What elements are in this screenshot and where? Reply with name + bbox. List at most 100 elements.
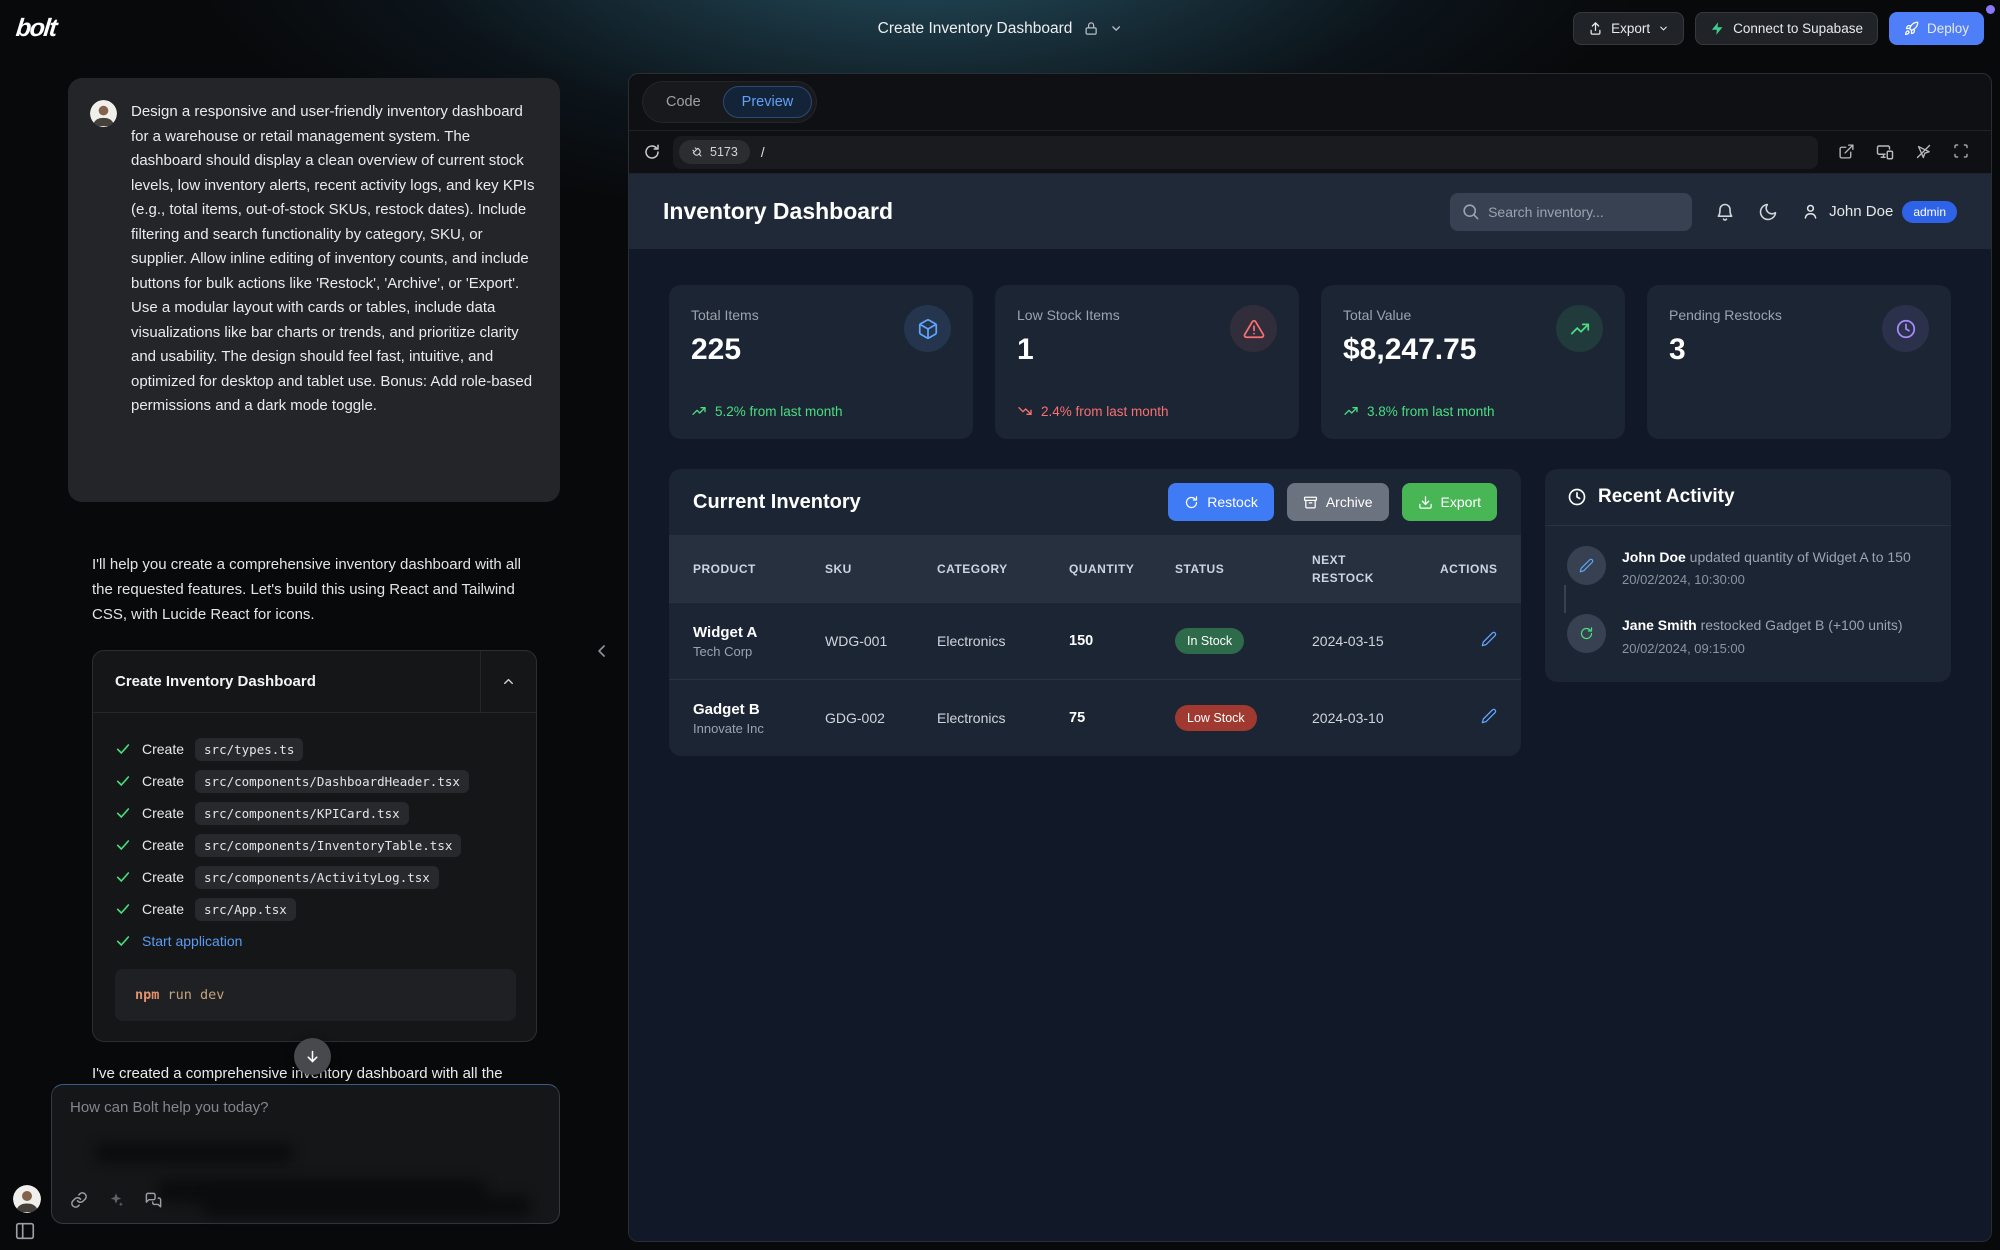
kpi-card-total-items: Total Items 225 5.2% from last month bbox=[669, 285, 973, 439]
address-field[interactable]: 5173 / bbox=[673, 136, 1818, 169]
restock-button[interactable]: Restock bbox=[1168, 483, 1274, 521]
port-number: 5173 bbox=[710, 145, 738, 159]
table-export-button[interactable]: Export bbox=[1402, 483, 1497, 521]
artifact-title: Create Inventory Dashboard bbox=[93, 651, 480, 712]
file-chip[interactable]: src/components/ActivityLog.tsx bbox=[195, 866, 439, 889]
artifact-action-row: Create src/components/KPICard.tsx bbox=[115, 797, 516, 829]
artifact-collapse-button[interactable] bbox=[480, 651, 536, 712]
notification-dot bbox=[1986, 5, 1995, 14]
trend-down-icon bbox=[1017, 403, 1033, 419]
trend-up-icon bbox=[1343, 403, 1359, 419]
user-menu[interactable]: John Doe admin bbox=[1801, 201, 1957, 223]
attach-link-icon[interactable] bbox=[70, 1191, 88, 1210]
column-product: Product bbox=[693, 562, 825, 576]
chat-panel: Design a responsive and user-friendly in… bbox=[0, 57, 628, 1250]
collapse-chat-chevron[interactable] bbox=[592, 641, 612, 661]
file-chip[interactable]: src/components/InventoryTable.tsx bbox=[195, 834, 461, 857]
blurred-content bbox=[202, 1195, 532, 1217]
table-row[interactable]: Widget A Tech Corp WDG-001 Electronics 1… bbox=[669, 602, 1521, 679]
open-external-icon[interactable] bbox=[1838, 143, 1855, 161]
dark-mode-toggle-moon-icon[interactable] bbox=[1758, 202, 1778, 222]
file-chip[interactable]: src/components/KPICard.tsx bbox=[195, 802, 409, 825]
table-row[interactable]: Gadget B Innovate Inc GDG-002 Electronic… bbox=[669, 679, 1521, 756]
inventory-title: Current Inventory bbox=[693, 491, 861, 514]
next-restock-cell: 2024-03-10 bbox=[1312, 710, 1440, 726]
edit-pencil-icon[interactable] bbox=[1481, 708, 1497, 724]
user-prompt-text: Design a responsive and user-friendly in… bbox=[131, 100, 538, 480]
current-inventory-panel: Current Inventory Restock Archive bbox=[669, 469, 1521, 756]
column-next-restock: Next Restock bbox=[1312, 551, 1386, 587]
archive-label: Archive bbox=[1326, 494, 1373, 510]
quantity-cell[interactable]: 150 bbox=[1069, 633, 1175, 649]
url-path: / bbox=[761, 145, 765, 160]
devices-icon[interactable] bbox=[1876, 143, 1894, 161]
edit-pencil-icon[interactable] bbox=[1481, 631, 1497, 647]
timeline-connector bbox=[1564, 585, 1566, 613]
project-title: Create Inventory Dashboard bbox=[878, 20, 1073, 38]
inventory-table-header: Product SKU Category Quantity Status Nex… bbox=[669, 535, 1521, 602]
connect-supabase-label: Connect to Supabase bbox=[1733, 21, 1863, 36]
scroll-to-bottom-button[interactable] bbox=[294, 1038, 331, 1075]
project-title-group[interactable]: Create Inventory Dashboard bbox=[878, 20, 1123, 38]
account-avatar[interactable] bbox=[13, 1185, 41, 1213]
bolt-logo[interactable]: bolt bbox=[14, 14, 57, 43]
tab-preview[interactable]: Preview bbox=[723, 86, 813, 118]
column-quantity: Quantity bbox=[1069, 562, 1175, 576]
kpi-trend-text: 3.8% from last month bbox=[1367, 404, 1495, 419]
assistant-intro-text: I'll help you create a comprehensive inv… bbox=[92, 552, 544, 627]
chevron-down-icon[interactable] bbox=[1109, 22, 1122, 35]
clock-icon bbox=[1882, 305, 1929, 352]
package-icon bbox=[904, 305, 951, 352]
activity-title: Recent Activity bbox=[1598, 486, 1735, 508]
refresh-icon bbox=[1184, 495, 1199, 510]
chat-input-toolbar bbox=[70, 1191, 163, 1210]
activity-action: updated quantity of Widget A to 150 bbox=[1690, 549, 1911, 565]
kpi-trend-text: 2.4% from last month bbox=[1041, 404, 1169, 419]
search-icon bbox=[1461, 202, 1480, 221]
workspace: Design a responsive and user-friendly in… bbox=[0, 57, 2000, 1250]
plug-icon bbox=[688, 143, 706, 161]
activity-actor: John Doe bbox=[1622, 549, 1686, 565]
bell-icon[interactable] bbox=[1715, 202, 1735, 222]
quantity-cell[interactable]: 75 bbox=[1069, 710, 1175, 726]
connect-supabase-button[interactable]: Connect to Supabase bbox=[1695, 12, 1878, 45]
deploy-button[interactable]: Deploy bbox=[1889, 12, 1984, 45]
user-name: John Doe bbox=[1829, 203, 1893, 220]
start-application-link[interactable]: Start application bbox=[142, 933, 242, 949]
discuss-chat-icon[interactable] bbox=[144, 1191, 163, 1210]
action-verb: Create bbox=[142, 805, 184, 821]
sidebar-toggle-icon[interactable] bbox=[14, 1220, 36, 1242]
restock-label: Restock bbox=[1207, 494, 1258, 510]
archive-button[interactable]: Archive bbox=[1287, 483, 1389, 521]
inspector-off-icon[interactable] bbox=[1915, 143, 1932, 161]
export-label: Export bbox=[1611, 21, 1650, 36]
chat-input-box bbox=[51, 1084, 560, 1224]
archive-icon bbox=[1303, 495, 1318, 510]
export-button[interactable]: Export bbox=[1573, 12, 1684, 45]
kpi-card-total-value: Total Value $8,247.75 3.8% from last mon… bbox=[1321, 285, 1625, 439]
file-chip[interactable]: src/App.tsx bbox=[195, 898, 296, 921]
port-pill[interactable]: 5173 bbox=[679, 140, 750, 164]
assistant-message: I'll help you create a comprehensive inv… bbox=[92, 552, 544, 1042]
sparkles-icon[interactable] bbox=[107, 1191, 125, 1210]
code-preview-toggle: Code Preview bbox=[642, 81, 817, 123]
kpi-trend: 5.2% from last month bbox=[691, 403, 843, 419]
file-chip[interactable]: src/components/DashboardHeader.tsx bbox=[195, 770, 469, 793]
reload-icon[interactable] bbox=[643, 143, 661, 161]
alert-triangle-icon bbox=[1230, 305, 1277, 352]
recent-activity-panel: Recent Activity John Doe updated quantit… bbox=[1545, 469, 1951, 682]
kpi-trend: 3.8% from last month bbox=[1343, 403, 1495, 419]
check-icon bbox=[115, 837, 131, 853]
preview-panel: Code Preview 5173 / bbox=[628, 73, 1992, 1242]
chat-input[interactable] bbox=[68, 1097, 543, 1151]
tab-code[interactable]: Code bbox=[647, 86, 720, 118]
artifact-panel: Create Inventory Dashboard Create src/ty… bbox=[92, 650, 537, 1042]
artifact-action-row: Create src/components/ActivityLog.tsx bbox=[115, 861, 516, 893]
deploy-label: Deploy bbox=[1927, 21, 1969, 36]
artifact-action-row: Create src/types.ts bbox=[115, 733, 516, 765]
app-body: Total Items 225 5.2% from last month Low… bbox=[629, 249, 1991, 1241]
fullscreen-icon[interactable] bbox=[1953, 143, 1969, 161]
file-chip[interactable]: src/types.ts bbox=[195, 738, 303, 761]
search-input[interactable] bbox=[1450, 193, 1692, 231]
activity-actor: Jane Smith bbox=[1622, 617, 1697, 633]
